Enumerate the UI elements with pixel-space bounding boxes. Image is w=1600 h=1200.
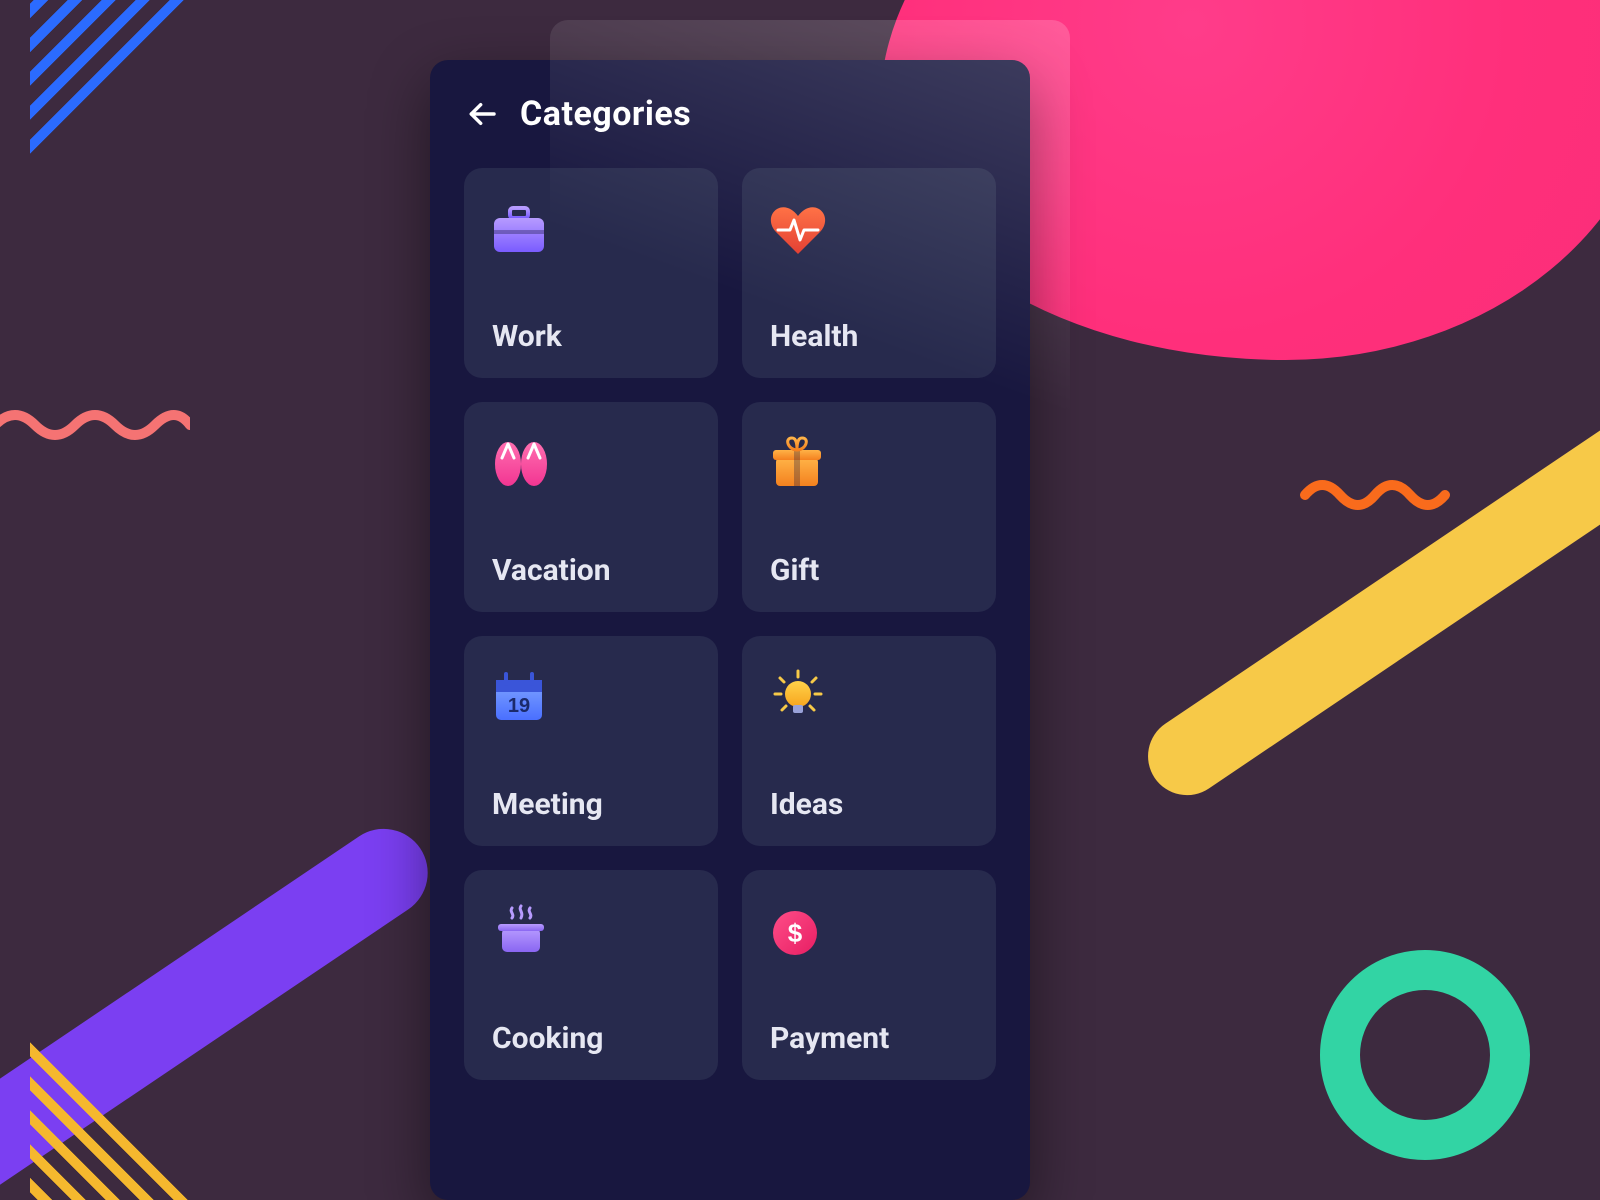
svg-text:19: 19 <box>508 695 530 717</box>
decor-ring-teal <box>1320 950 1530 1160</box>
category-card-vacation[interactable]: Vacation <box>464 402 718 612</box>
category-label: Health <box>770 319 968 354</box>
category-card-cooking[interactable]: Cooking <box>464 870 718 1080</box>
category-label: Ideas <box>770 787 968 822</box>
decor-squiggle-orange <box>1300 470 1460 510</box>
category-label: Vacation <box>492 553 690 588</box>
category-label: Payment <box>770 1021 968 1056</box>
category-card-meeting[interactable]: 19 Meeting <box>464 636 718 846</box>
gift-icon <box>770 430 830 490</box>
svg-text:$: $ <box>788 918 803 948</box>
category-card-ideas[interactable]: Ideas <box>742 636 996 846</box>
category-label: Gift <box>770 553 968 588</box>
arrow-left-icon <box>466 98 498 130</box>
page-title: Categories <box>520 94 691 134</box>
heart-pulse-icon <box>770 196 830 256</box>
decor-bar-yellow <box>1133 388 1600 811</box>
category-card-work[interactable]: Work <box>464 168 718 378</box>
panel-header: Categories <box>464 94 996 134</box>
lightbulb-icon <box>770 664 830 724</box>
categories-panel: Categories Work <box>430 60 1030 1200</box>
pot-icon <box>492 898 552 958</box>
categories-grid: Work Health <box>464 168 996 1080</box>
category-card-health[interactable]: Health <box>742 168 996 378</box>
calendar-icon: 19 <box>492 664 552 724</box>
category-label: Cooking <box>492 1021 690 1056</box>
category-label: Meeting <box>492 787 690 822</box>
flipflops-icon <box>492 430 552 490</box>
category-label: Work <box>492 319 690 354</box>
decor-squiggle-coral <box>0 400 190 440</box>
decor-stripes-top-left <box>30 0 230 170</box>
category-card-payment[interactable]: $ Payment <box>742 870 996 1080</box>
dollar-coin-icon: $ <box>770 898 830 958</box>
briefcase-icon <box>492 196 552 256</box>
back-button[interactable] <box>464 96 500 132</box>
category-card-gift[interactable]: Gift <box>742 402 996 612</box>
